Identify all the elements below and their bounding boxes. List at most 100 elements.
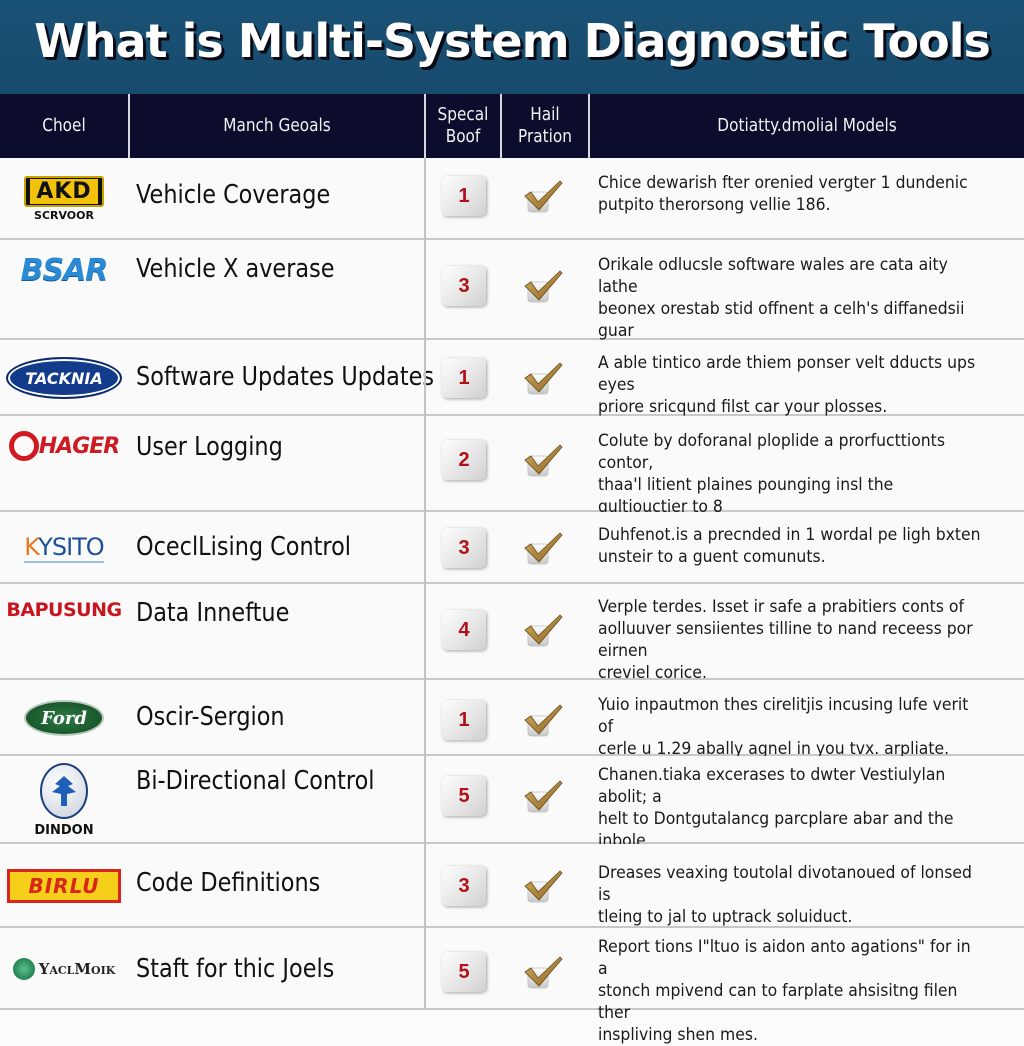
brand-name: HAGER — [8, 431, 120, 461]
checkmark-icon — [522, 178, 564, 214]
description: Duhfenot.is a precnded in 1 wordal pe li… — [598, 524, 984, 568]
description-line: priore sricqund filst car your plosses. — [598, 397, 888, 417]
logo-yaclmoik: YaclMoik — [4, 928, 124, 1010]
feature-name: Vehicle Coverage — [136, 180, 331, 210]
feature-name: Oscir-Sergion — [136, 702, 285, 732]
feature-name: OceclLising Control — [136, 532, 351, 562]
description-line: A able tintico arde thiem ponser velt dd… — [598, 353, 976, 395]
feature-name: Software Updates Updates — [136, 362, 435, 392]
logo-dindon: DINDON — [4, 756, 124, 844]
feature-name: Code Definitions — [136, 868, 321, 898]
checkmark-icon — [522, 442, 564, 478]
number-badge: 1 — [442, 700, 486, 740]
table-header: Choel Manch Geoals Specal Boof Hail Prat… — [0, 94, 1024, 158]
description-line: Verple terdes. Isset ir safe a prabitier… — [598, 597, 965, 617]
number-badge: 3 — [442, 866, 486, 906]
logo-hager: HAGER — [4, 416, 124, 476]
checkmark-icon — [522, 612, 564, 648]
brand-name: AKD — [30, 179, 98, 204]
number-badge: 5 — [442, 776, 486, 816]
description-line: unsteir to a guent comunuts. — [598, 547, 826, 567]
checkmark-icon — [522, 702, 564, 738]
checkmark-icon — [522, 954, 564, 990]
header-col-feature: Manch Geoals — [223, 115, 331, 136]
description-line: Yuio inpautmon thes cirelitjis incusing … — [598, 695, 969, 737]
description-line: stonch mpivend can to farplate ahsisitng… — [598, 981, 958, 1023]
table-row: HAGER User Logging 2 Colute by doforanal pl… — [0, 416, 1024, 539]
logo-birlu: BIRLU — [4, 844, 124, 928]
brand-name: YaclMoik — [12, 958, 115, 980]
feature-name: Data Inneftue — [136, 598, 290, 628]
feature-name: User Logging — [136, 432, 283, 462]
page-title: What is Multi-System Diagnostic Tools — [34, 14, 991, 68]
header-col-check: Hail Pration — [518, 104, 572, 147]
description: Report tions I"ltuo is aidon anto agatio… — [598, 936, 984, 1046]
description-line: Colute by doforanal ploplide a prorfuctt… — [598, 431, 945, 473]
description-line: inspliving shen mes. — [598, 1025, 758, 1045]
brand-name: KYSITO — [24, 533, 105, 563]
feature-name: Vehicle X averase — [136, 254, 335, 284]
header-divider — [500, 94, 502, 158]
number-badge: 1 — [442, 358, 486, 398]
number-badge: 1 — [442, 176, 486, 216]
logo-akd: AKD SCRVOOR — [4, 158, 124, 240]
description-line: putpito therorsong vellie 186. — [598, 195, 831, 215]
table-row: BSAR Vehicle X averase 3 Orikale odlucsle s… — [0, 240, 1024, 363]
checkmark-icon — [522, 530, 564, 566]
brand-name: BIRLU — [7, 869, 121, 903]
description-line: aolluuver sensiientes tilline to nand re… — [598, 619, 973, 661]
brand-mark: AKD — [24, 176, 104, 207]
brand-name: DINDON — [34, 822, 94, 838]
logo-bapusung: BAPUSUNG — [4, 584, 124, 636]
description-line: Dreases veaxing toutolal divotanoued of … — [598, 863, 972, 905]
description: Chice dewarish fter orenied vergter 1 du… — [598, 172, 984, 216]
logo-tacknia: TACKNIA — [4, 340, 124, 416]
table-row: BAPUSUNG Data Inneftue 4 Verple terdes. Iss… — [0, 584, 1024, 683]
header-divider — [128, 94, 130, 158]
number-badge: 3 — [442, 528, 486, 568]
logo-kysito: KYSITO — [4, 512, 124, 584]
header-col-logo: Choel — [42, 115, 86, 136]
header-divider — [588, 94, 590, 158]
description: Verple terdes. Isset ir safe a prabitier… — [598, 596, 984, 684]
description-line: Duhfenot.is a precnded in 1 wordal pe li… — [598, 525, 981, 545]
title-banner: What is Multi-System Diagnostic Tools — [0, 0, 1024, 94]
globe-icon — [12, 958, 35, 980]
brand-name: BAPUSUNG — [6, 599, 122, 621]
checkmark-icon — [522, 360, 564, 396]
description-line: Chice dewarish fter orenied vergter 1 du… — [598, 173, 968, 193]
table-row: AKD SCRVOOR Vehicle Coverage 1 Chice dewaris… — [0, 158, 1024, 240]
description-line: beonex orestab stid offnent a celh's dif… — [598, 299, 965, 341]
header-col-number: Specal Boof — [437, 104, 489, 147]
description-line: Report tions I"ltuo is aidon anto agatio… — [598, 937, 971, 979]
emblem-icon — [40, 762, 88, 819]
swirl-icon — [8, 431, 39, 461]
brand-subtitle: SCRVOOR — [34, 209, 94, 222]
description: A able tintico arde thiem ponser velt dd… — [598, 352, 984, 418]
logo-ford: Ford — [4, 680, 124, 756]
description-line: tleing to jal to uptrack soluiduct. — [598, 907, 853, 927]
description: Yuio inpautmon thes cirelitjis incusing … — [598, 694, 984, 760]
feature-name: Staft for thic Joels — [136, 954, 335, 984]
number-badge: 5 — [442, 952, 486, 992]
description: Dreases veaxing toutolal divotanoued of … — [598, 862, 984, 928]
header-col-description: Dotiatty.dmolial Models — [717, 115, 897, 136]
table-row: TACKNIA Software Updates Updates 1 A able t… — [0, 340, 1024, 418]
brand-name: Ford — [24, 700, 104, 736]
description-line: Orikale odlucsle software wales are cata… — [598, 255, 948, 297]
number-badge: 2 — [442, 440, 486, 480]
number-badge: 3 — [442, 266, 486, 306]
brand-name: BSAR — [20, 252, 109, 288]
description-line: Chanen.tiaka excerases to dwter Vestiuly… — [598, 765, 946, 807]
column-divider — [424, 158, 426, 1010]
logo-bsar: BSAR — [4, 240, 124, 300]
number-badge: 4 — [442, 610, 486, 650]
table-row: Ford Oscir-Sergion 1 Yuio inpautmon thes ci… — [0, 680, 1024, 759]
checkmark-icon — [522, 778, 564, 814]
header-divider — [424, 94, 426, 158]
table-row: DINDON Bi-Directional Control 5 Chanen.tiak… — [0, 756, 1024, 873]
table-row: YaclMoik Staft for thic Joels 5 Report tion… — [0, 928, 1024, 1045]
table-row: BIRLU Code Definitions 3 Dreases veaxing to… — [0, 844, 1024, 928]
table-row: KYSITO OceclLising Control 3 Duhfenot.is a … — [0, 512, 1024, 584]
brand-name: TACKNIA — [6, 357, 122, 399]
